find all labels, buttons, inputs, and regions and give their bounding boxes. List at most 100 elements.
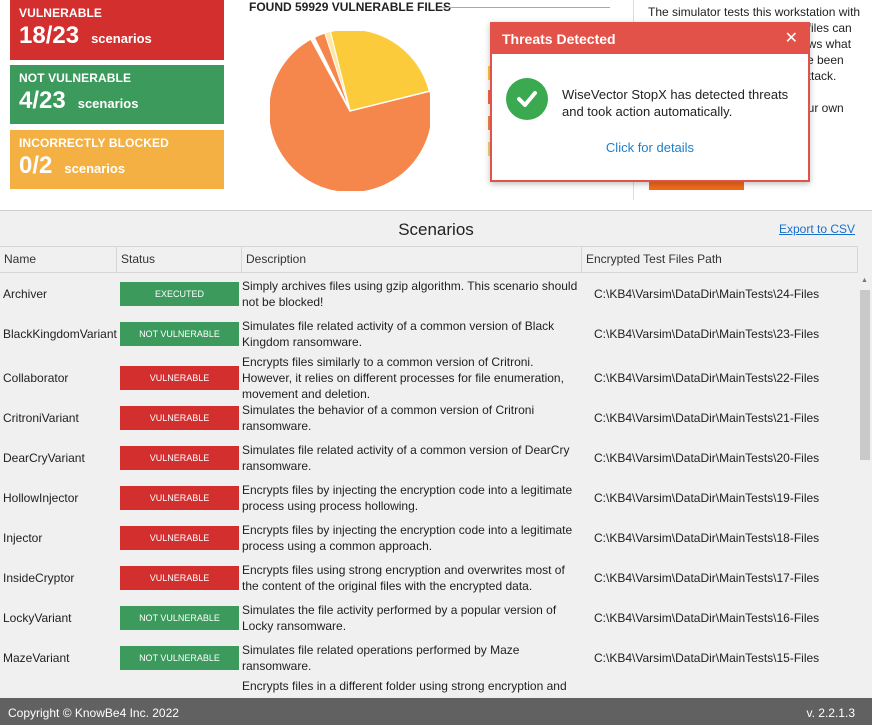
scenario-description: Encrypts files by injecting the encrypti… xyxy=(242,483,573,513)
scenario-files-path: C:\KB4\Varsim\DataDir\MainTests\23-Files xyxy=(594,327,820,341)
not-vulnerable-card-title: NOT VULNERABLE xyxy=(19,71,132,85)
scenario-files-path: C:\KB4\Varsim\DataDir\MainTests\18-Files xyxy=(594,531,820,545)
vulnerable-card-title: VULNERABLE xyxy=(19,6,103,20)
scenarios-section: Scenarios Export to CSV Name Status Desc… xyxy=(0,210,872,699)
vulnerable-summary-card: VULNERABLE 18/23 scenarios xyxy=(10,0,224,60)
vulnerable-files-pie-chart xyxy=(270,31,430,191)
not-vulnerable-summary-card: NOT VULNERABLE 4/23 scenarios xyxy=(10,65,224,124)
table-row[interactable]: Injector VULNERABLE Encrypts files by inje… xyxy=(0,518,858,558)
status-badge: VULNERABLE xyxy=(120,486,239,510)
column-header-description[interactable]: Description xyxy=(242,247,582,272)
scenario-description: Simulates file related operations perfor… xyxy=(242,643,520,673)
table-row[interactable]: HollowInjector VULNERABLE Encrypts files b… xyxy=(0,478,858,518)
scenario-status-cell xyxy=(120,678,239,699)
threats-detected-popup: Threats Detected ✕ WiseVector StopX has … xyxy=(490,22,810,182)
version-text: v. 2.2.1.3 xyxy=(806,706,855,720)
scenario-name: Collaborator xyxy=(3,371,69,385)
not-vulnerable-unit: scenarios xyxy=(77,96,139,111)
table-row[interactable]: CritroniVariant VULNERABLE Simulates the b… xyxy=(0,398,858,438)
table-header: Name Status Description Encrypted Test F… xyxy=(0,246,858,273)
table-row[interactable]: Encrypts files in a different folder usi… xyxy=(0,678,858,699)
checkmark-icon xyxy=(506,78,548,120)
scenario-status-cell: NOT VULNERABLE xyxy=(120,314,239,354)
scenario-description: Simulates file related activity of a com… xyxy=(242,319,555,349)
status-badge: NOT VULNERABLE xyxy=(120,646,239,670)
scenario-name: BlackKingdomVariant xyxy=(3,327,117,341)
table-row[interactable]: BlackKingdomVariant NOT VULNERABLE Simulat… xyxy=(0,314,858,354)
scenario-files-path: C:\KB4\Varsim\DataDir\MainTests\19-Files xyxy=(594,491,820,505)
scenario-description: Encrypts files similarly to a common ver… xyxy=(242,355,564,401)
info-line: The simulator tests this workstation wit… xyxy=(648,5,861,19)
scenario-name: Injector xyxy=(3,531,43,545)
status-badge: VULNERABLE xyxy=(120,446,239,470)
scenario-status-cell: VULNERABLE xyxy=(120,438,239,478)
table-row[interactable]: Archiver EXECUTED Simply archives files us… xyxy=(0,274,858,314)
scenario-description: Simulates file related activity of a com… xyxy=(242,443,570,473)
scenario-name: MazeVariant xyxy=(3,651,70,665)
scenario-files-path: C:\KB4\Varsim\DataDir\MainTests\20-Files xyxy=(594,451,820,465)
heading-rule xyxy=(440,7,610,8)
copyright-text: Copyright © KnowBe4 Inc. 2022 xyxy=(8,706,179,720)
incorrectly-blocked-count: 0/2 xyxy=(19,152,53,179)
scenario-description: Encrypts files in a different folder usi… xyxy=(242,679,567,693)
table-row[interactable]: InsideCryptor VULNERABLE Encrypts files us… xyxy=(0,558,858,598)
scenarios-table-body: Archiver EXECUTED Simply archives files us… xyxy=(0,274,858,699)
scenario-files-path xyxy=(594,678,854,699)
scenario-name xyxy=(3,678,117,699)
scenarios-title: Scenarios xyxy=(398,220,474,239)
scenario-name: Archiver xyxy=(3,287,48,301)
column-header-status[interactable]: Status xyxy=(117,247,242,272)
scenario-files-path: C:\KB4\Varsim\DataDir\MainTests\21-Files xyxy=(594,411,820,425)
popup-header: Threats Detected ✕ xyxy=(492,24,808,54)
scenario-status-cell: VULNERABLE xyxy=(120,354,239,402)
scenario-status-cell: VULNERABLE xyxy=(120,558,239,598)
scenario-files-path: C:\KB4\Varsim\DataDir\MainTests\24-Files xyxy=(594,287,820,301)
scenario-files-path: C:\KB4\Varsim\DataDir\MainTests\16-Files xyxy=(594,611,820,625)
scenario-name: CritroniVariant xyxy=(3,411,79,425)
found-files-heading: FOUND 59929 VULNERABLE FILES xyxy=(249,0,452,14)
footer-bar: Copyright © KnowBe4 Inc. 2022 v. 2.2.1.3 xyxy=(0,698,872,725)
close-icon[interactable]: ✕ xyxy=(785,31,798,47)
scenario-name: HollowInjector xyxy=(3,491,79,505)
scenario-description: Simply archives files using gzip algorit… xyxy=(242,279,578,309)
table-row[interactable]: LockyVariant NOT VULNERABLE Simulates the … xyxy=(0,598,858,638)
table-scrollbar[interactable]: ▲ xyxy=(858,274,872,699)
status-badge: VULNERABLE xyxy=(120,406,239,430)
scenario-status-cell: VULNERABLE xyxy=(120,478,239,518)
export-to-csv-link[interactable]: Export to CSV xyxy=(779,222,855,236)
scenario-name: InsideCryptor xyxy=(3,571,75,585)
popup-title: Threats Detected xyxy=(502,31,616,47)
scenario-files-path: C:\KB4\Varsim\DataDir\MainTests\22-Files xyxy=(594,371,820,385)
column-header-path[interactable]: Encrypted Test Files Path xyxy=(582,247,858,272)
status-badge: EXECUTED xyxy=(120,282,239,306)
scenario-status-cell: NOT VULNERABLE xyxy=(120,638,239,678)
status-badge: VULNERABLE xyxy=(120,526,239,550)
table-row[interactable]: MazeVariant NOT VULNERABLE Simulates file … xyxy=(0,638,858,678)
scenario-description: Simulates the behavior of a common versi… xyxy=(242,403,535,433)
status-badge: NOT VULNERABLE xyxy=(120,606,239,630)
scenario-status-cell: EXECUTED xyxy=(120,274,239,314)
scenario-files-path: C:\KB4\Varsim\DataDir\MainTests\17-Files xyxy=(594,571,820,585)
incorrectly-blocked-unit: scenarios xyxy=(64,161,126,176)
column-header-name[interactable]: Name xyxy=(0,247,117,272)
scenario-status-cell: VULNERABLE xyxy=(120,518,239,558)
scroll-up-icon[interactable]: ▲ xyxy=(861,277,868,284)
status-badge: VULNERABLE xyxy=(120,366,239,390)
scenario-name: DearCryVariant xyxy=(3,451,85,465)
scenario-description: Encrypts files by injecting the encrypti… xyxy=(242,523,573,553)
scenario-description: Simulates the file activity performed by… xyxy=(242,603,557,633)
status-badge: NOT VULNERABLE xyxy=(120,322,239,346)
status-badge: VULNERABLE xyxy=(120,566,239,590)
incorrectly-blocked-card-title: INCORRECTLY BLOCKED xyxy=(19,136,169,150)
scenario-status-cell: NOT VULNERABLE xyxy=(120,598,239,638)
table-row[interactable]: DearCryVariant VULNERABLE Simulates file r… xyxy=(0,438,858,478)
scenario-name: LockyVariant xyxy=(3,611,72,625)
scrollbar-thumb[interactable] xyxy=(860,290,870,460)
vulnerable-count: 18/23 xyxy=(19,22,80,49)
scenario-status-cell: VULNERABLE xyxy=(120,398,239,438)
popup-message: WiseVector StopX has detected threats an… xyxy=(562,87,789,119)
click-for-details-link[interactable]: Click for details xyxy=(492,140,808,155)
incorrectly-blocked-summary-card: INCORRECTLY BLOCKED 0/2 scenarios xyxy=(10,130,224,189)
table-row[interactable]: Collaborator VULNERABLE Encrypts files sim… xyxy=(0,354,858,402)
scenario-files-path: C:\KB4\Varsim\DataDir\MainTests\15-Files xyxy=(594,651,820,665)
